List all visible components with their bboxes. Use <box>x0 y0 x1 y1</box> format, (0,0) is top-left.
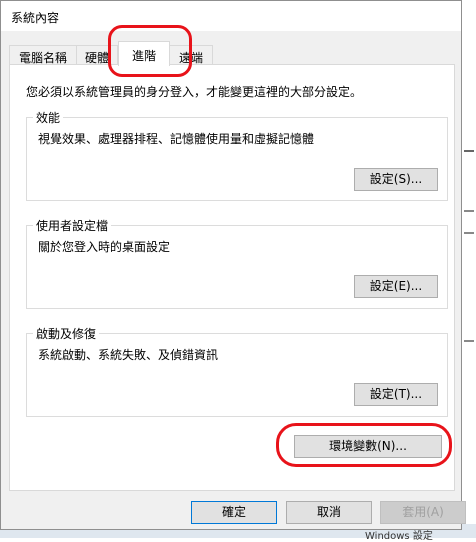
window-title: 系統內容 <box>11 11 60 25</box>
user-profiles-group-title: 使用者設定檔 <box>33 217 112 234</box>
tab-computer-name[interactable]: 電腦名稱 <box>9 45 77 65</box>
performance-description: 視覺效果、處理器排程、記憶體使用量和虛擬記憶體 <box>38 132 315 146</box>
background-fragment <box>464 232 474 242</box>
performance-settings-button[interactable]: 設定(S)... <box>354 168 438 191</box>
startup-recovery-group-title: 啟動及修復 <box>33 325 100 342</box>
title-bar[interactable]: 系統內容 <box>1 1 461 31</box>
startup-recovery-group: 啟動及修復 系統啟動、系統失敗、及偵錯資訊 設定(T)... <box>26 325 448 417</box>
user-profiles-settings-button[interactable]: 設定(E)... <box>354 275 438 298</box>
user-profiles-group: 使用者設定檔 關於您登入時的桌面設定 設定(E)... <box>26 217 448 309</box>
user-profiles-description: 關於您登入時的桌面設定 <box>38 240 171 254</box>
admin-notice: 您必須以系統管理員的身分登入，才能變更這裡的大部分設定。 <box>26 85 363 99</box>
tab-remote[interactable]: 遠端 <box>169 45 213 65</box>
apply-button[interactable]: 套用(A) <box>380 501 466 524</box>
cancel-button[interactable]: 取消 <box>286 501 372 524</box>
performance-group: 效能 視覺效果、處理器排程、記憶體使用量和虛擬記憶體 設定(S)... <box>26 109 448 201</box>
performance-group-title: 效能 <box>33 109 64 126</box>
background-fragment <box>464 150 474 160</box>
ok-button[interactable]: 確定 <box>191 501 277 524</box>
system-properties-dialog: 系統內容 電腦名稱 硬體 進階 遠端 您必須以系統管理員的身分登入，才能變更這裡… <box>0 0 466 530</box>
background-fragment <box>464 210 474 220</box>
tab-advanced[interactable]: 進階 <box>118 41 170 66</box>
startup-recovery-description: 系統啟動、系統失敗、及偵錯資訊 <box>38 348 219 362</box>
background-fragment <box>464 340 474 350</box>
tab-hardware[interactable]: 硬體 <box>76 45 118 65</box>
startup-recovery-settings-button[interactable]: 設定(T)... <box>354 383 438 406</box>
environment-variables-button[interactable]: 環境變數(N)... <box>294 435 442 458</box>
